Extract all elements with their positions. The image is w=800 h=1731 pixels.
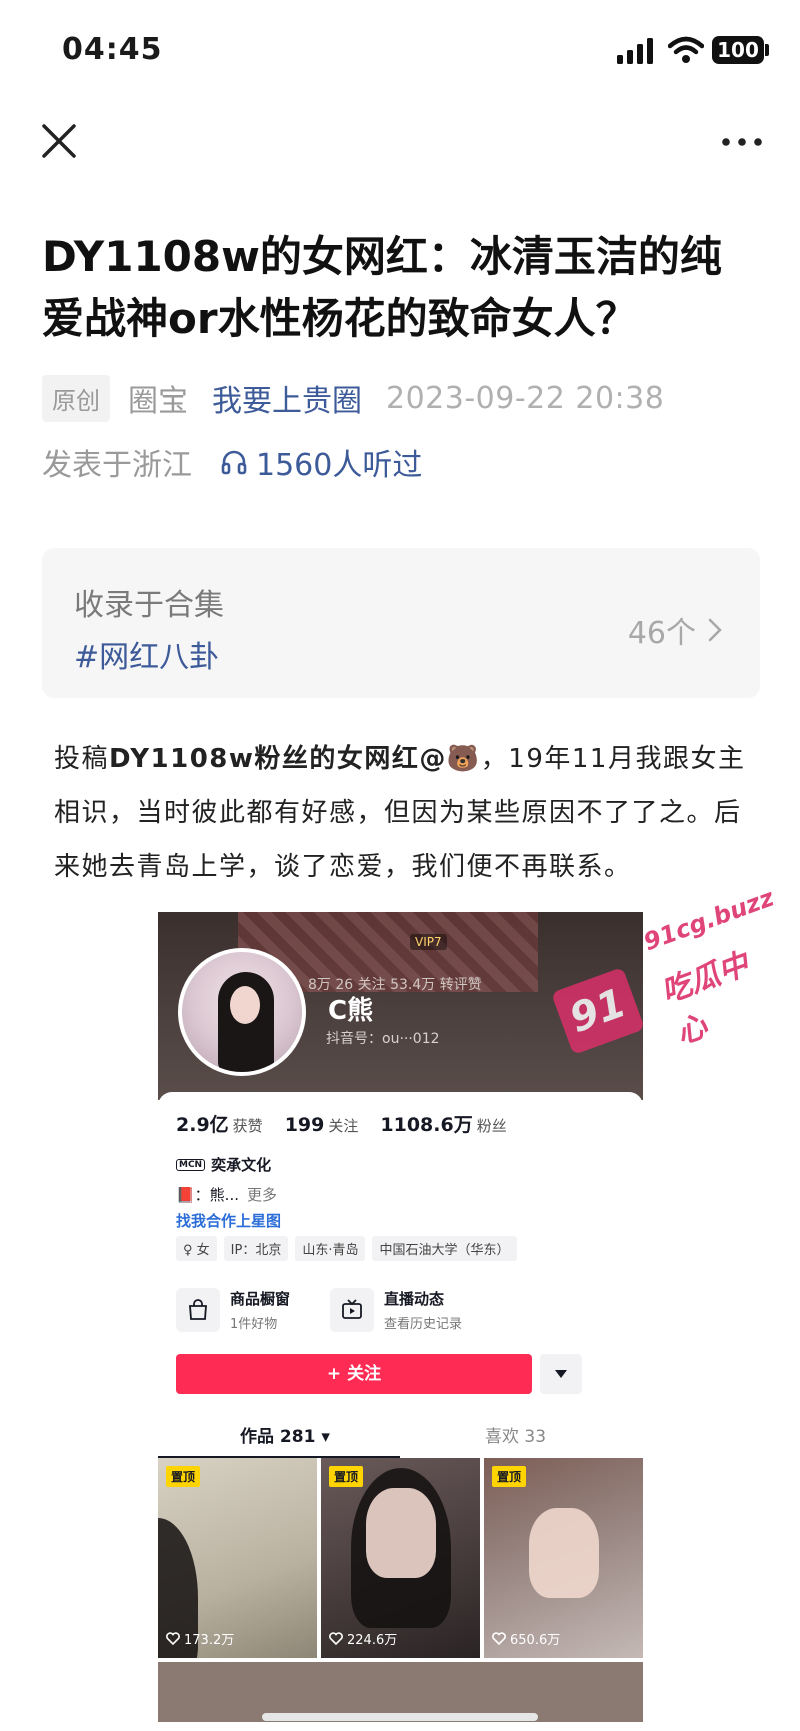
heart-icon [166,1632,180,1645]
fans-count: 1108.6万 [380,1114,473,1136]
following-label: 关注 [328,1117,359,1135]
video-face [366,1488,436,1578]
article-paragraph: 投稿DY1108w粉丝的女网红@🐻，19年11月我跟女主相识，当时彼此都有好感，… [54,732,754,894]
profile-chips: ♀ 女 IP：北京 山东·青岛 中国石油大学（华东） [176,1236,524,1261]
original-tag: 原创 [42,374,110,422]
publish-location: 发表于浙江 [42,448,192,483]
fans-label: 粉丝 [476,1117,507,1135]
live-subtitle: 查看历史记录 [384,1317,463,1332]
watermark: 91 91cg.buzz 吃瓜中心 [551,883,777,1056]
video-likes: 650.6万 [492,1629,560,1648]
vip-badge: VIP7 [410,934,447,950]
listen-count: 1560人听过 [256,448,423,483]
profile-card: 2.9亿 获赞 199 关注 1108.6万 粉丝 MCN 奕承文化 📕：熊... 更多… [158,1092,643,1731]
battery-icon: 100 [712,36,764,64]
pinned-badge: 置顶 [492,1466,527,1487]
likes-count: 2.9亿 [176,1114,229,1136]
video-likes-count: 224.6万 [347,1633,398,1648]
watermark-logo: 91 [551,966,645,1056]
chip-location: 山东·青岛 [295,1236,366,1261]
video-likes: 224.6万 [329,1629,397,1648]
video-likes-count: 650.6万 [510,1633,561,1648]
caret-down-icon [555,1370,567,1378]
profile-douyin-id: 抖音号：ou···012 [326,1031,440,1047]
mcn-row: MCN 奕承文化 [176,1154,271,1175]
shop-window-entry: 商品橱窗 1件好物 [176,1288,290,1332]
mcn-name: 奕承文化 [211,1156,272,1174]
collection-count-text: 46个 [627,616,696,651]
paragraph-prefix: 投稿 [54,744,110,774]
chevron-right-icon [708,618,722,642]
profile-stats: 2.9亿 获赞 199 关注 1108.6万 粉丝 [176,1110,529,1137]
shop-subtitle: 1件好物 [230,1317,278,1332]
video-likes: 173.2万 [166,1629,234,1648]
bio-text: 📕：熊... [176,1186,239,1204]
status-time: 04:45 [62,32,163,67]
bear-emoji: 🐻 [446,744,481,774]
bio-more: 更多 [246,1186,277,1204]
tab-works: 作品 281 ▾ [240,1427,330,1447]
publish-date: 2023-09-22 20:38 [386,380,665,416]
pinned-badge: 置顶 [166,1466,201,1487]
shopping-bag-icon [176,1288,220,1332]
follow-dropdown [540,1354,582,1394]
article-title: DY1108w的女网红：冰清玉洁的纯爱战神or水性杨花的致命女人？ [42,232,722,343]
pinned-badge: 置顶 [329,1466,364,1487]
video-tile: 置顶 224.6万 [321,1458,480,1658]
signal-icon [617,38,653,64]
article-meta: 原创 圈宝 我要上贵圈 2023-09-22 20:38 [42,374,665,422]
profile-nickname: C熊 [328,996,374,1026]
live-title: 直播动态 [384,1290,445,1308]
home-indicator[interactable] [262,1713,538,1721]
battery-tip [765,44,769,56]
avatar [178,948,306,1076]
collection-count[interactable]: 46个 [628,608,722,652]
paragraph-bold: DY1108w粉丝的女网红@ [109,744,447,774]
article-meta-2: 发表于浙江 1560人听过 [42,440,422,484]
watermark-text: 吃瓜中心 [656,946,754,1052]
live-entry: 直播动态 查看历史记录 [330,1288,462,1332]
author-name[interactable]: 圈宝 [128,376,188,420]
tv-icon [330,1288,374,1332]
heart-icon [329,1632,343,1645]
close-icon[interactable] [40,122,78,160]
profile-bio: 📕：熊... 更多 [176,1184,277,1205]
headphones-icon [221,450,247,475]
wifi-icon [668,36,704,63]
video-likes-count: 173.2万 [184,1633,235,1648]
heart-icon [492,1632,506,1645]
more-icon[interactable] [720,128,764,156]
star-map-link: 找我合作上星图 [176,1212,282,1230]
follow-button: + 关注 [176,1354,532,1394]
profile-tabs: 作品 281 ▾ 喜欢 33 [158,1414,643,1458]
video-grid: 置顶 173.2万 置顶 224.6万 置顶 650.6万 [158,1458,643,1722]
likes-label: 获赞 [232,1117,263,1135]
listen-button[interactable]: 1560人听过 [220,440,422,484]
chip-school: 中国石油大学（华东） [372,1236,517,1261]
video-face [529,1508,599,1598]
circle-link[interactable]: 我要上贵圈 [212,376,362,420]
video-tile: 置顶 650.6万 [484,1458,643,1658]
collection-label: 收录于合集 [74,588,224,623]
shop-title: 商品橱窗 [230,1290,291,1308]
video-tile: 置顶 173.2万 [158,1458,317,1658]
collection-name[interactable]: #网红八卦 [74,632,219,676]
mcn-badge: MCN [176,1158,206,1171]
status-bar: 04:45 100 [0,0,800,100]
following-count: 199 [284,1114,325,1136]
tab-likes: 喜欢 33 [485,1427,547,1447]
avatar-face [230,986,260,1024]
chip-gender: ♀ 女 [176,1236,217,1261]
chip-ip: IP：北京 [223,1236,289,1261]
collection-card[interactable]: 收录于合集 #网红八卦 46个 [42,548,760,698]
